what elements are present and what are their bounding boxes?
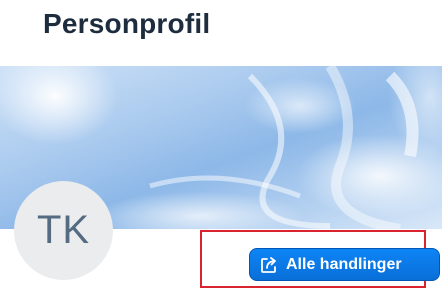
avatar-initials: TK	[36, 208, 91, 252]
page-title: Personprofil	[43, 8, 211, 39]
share-external-icon	[259, 255, 279, 275]
all-actions-label: Alle handlinger	[286, 255, 402, 273]
person-profile-page: Personprofil TK Alle handlinger	[0, 0, 442, 299]
avatar[interactable]: TK	[14, 181, 113, 280]
all-actions-button[interactable]: Alle handlinger	[249, 248, 440, 281]
